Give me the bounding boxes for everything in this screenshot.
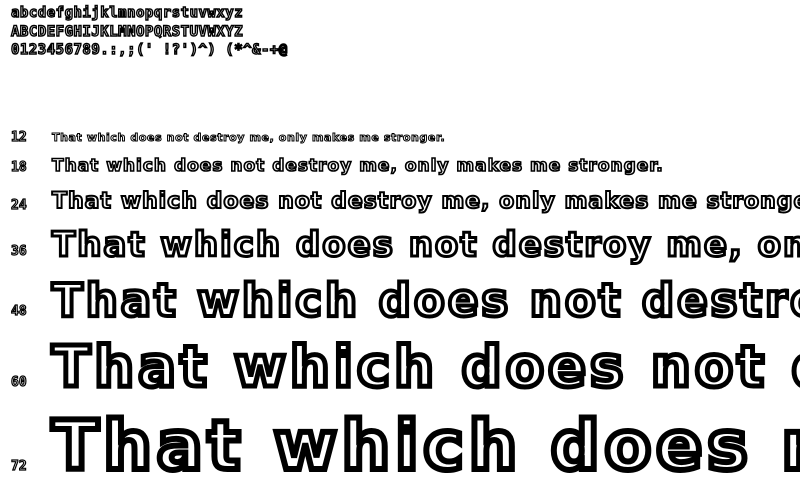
sample-text: That which does not destroy me, only mak… — [50, 335, 800, 400]
charset-uppercase: ABCDEFGHIJKLMNOPQRSTUVWXYZ — [10, 24, 244, 40]
size-label: 48 — [10, 304, 27, 319]
size-label: 24 — [10, 198, 27, 213]
size-label: 60 — [10, 375, 27, 390]
sample-text: That which does not destroy me, only mak… — [51, 131, 446, 144]
size-label: 72 — [10, 459, 27, 474]
size-label: 12 — [10, 130, 27, 145]
sample-text: That which does not destroy me, only mak… — [49, 407, 800, 480]
charset-digits-symbols: 0123456789.:,;(' !?')^) (*^&-+@ — [10, 42, 288, 58]
sample-text: That which does not destroy me, only mak… — [50, 225, 800, 265]
sample-text: That which does not destroy me, only mak… — [51, 156, 664, 176]
sample-text: That which does not destroy me, only mak… — [50, 274, 800, 327]
charset-lowercase: abcdefghijklmnopqrstuvwxyz — [10, 5, 244, 21]
font-preview-page: abcdefghijklmnopqrstuvwxyz ABCDEFGHIJKLM… — [0, 0, 800, 480]
sample-text: That which does not destroy me, only mak… — [51, 189, 800, 214]
size-label: 36 — [10, 244, 27, 259]
size-label: 18 — [10, 160, 27, 175]
